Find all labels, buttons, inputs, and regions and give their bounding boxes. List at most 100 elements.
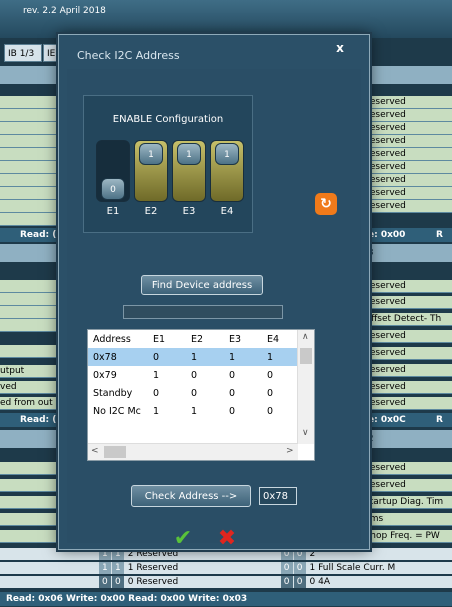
table-cell: 1 <box>153 369 160 381</box>
column-header-e3: E3 <box>229 333 242 345</box>
column-header-address: Address <box>93 333 131 345</box>
register-row-label: Reserved <box>356 187 452 200</box>
switch-knob[interactable]: 1 <box>215 143 239 165</box>
cancel-button[interactable]: ✖ <box>215 527 239 551</box>
bit-cell[interactable]: 0 <box>293 562 306 574</box>
register-row-label: Reserved <box>356 462 452 475</box>
table-cell: 1 <box>153 405 160 417</box>
bit-cell[interactable]: 0 <box>280 576 293 588</box>
register-row-label: Reserved <box>356 148 452 161</box>
table-cell: 0 <box>229 369 236 381</box>
column-header-e1: E1 <box>153 333 166 345</box>
bit-cell[interactable]: 1 <box>98 562 111 574</box>
table-row[interactable]: 0x78 0 1 1 1 <box>88 348 307 366</box>
table-cell: Standby <box>93 387 133 399</box>
dialog-body: ENABLE Configuration 0 E1 1 E2 1 E3 1 E4 <box>67 69 361 551</box>
footer-read-write-status: Read: 0x06 Write: 0x00 Read: 0x00 Write:… <box>0 592 452 606</box>
section-number: 3 <box>356 244 452 262</box>
bit-label: 1 Reserved <box>127 563 179 573</box>
scroll-right-icon[interactable]: > <box>286 446 294 456</box>
switch-e3[interactable]: 1 E3 <box>172 140 206 217</box>
dialog-title: Check I2C Address <box>77 49 180 62</box>
table-cell: 0 <box>153 387 160 399</box>
table-cell: 0 <box>229 387 236 399</box>
table-row[interactable]: Standby 0 0 0 0 <box>88 384 307 402</box>
horizontal-scroll-thumb[interactable] <box>104 446 126 458</box>
register-row-label: Reserved <box>356 174 452 187</box>
tab-ib-1-3[interactable]: IB 1/3 <box>4 44 42 62</box>
red-x-icon: ✖ <box>217 526 237 551</box>
enable-configuration-panel: ENABLE Configuration 0 E1 1 E2 1 E3 1 E4 <box>83 95 253 233</box>
table-cell: No I2C Mc <box>93 405 141 417</box>
register-row-label: Reserved <box>356 109 452 122</box>
tab-ie[interactable]: IE <box>43 44 59 62</box>
column-header-e2: E2 <box>191 333 204 345</box>
scroll-left-icon[interactable]: < <box>91 446 99 456</box>
horizontal-scrollbar[interactable]: < > <box>88 443 298 460</box>
address-table: Address E1 E2 E3 E4 0x78 0 1 1 1 0x79 1 … <box>87 329 315 461</box>
table-cell: 0 <box>148 348 186 366</box>
switch-e1[interactable]: 0 E1 <box>96 140 130 217</box>
switch-e2[interactable]: 1 E2 <box>134 140 168 217</box>
switch-knob[interactable]: 1 <box>177 143 201 165</box>
find-device-address-button[interactable]: Find Device address <box>141 275 263 295</box>
register-row-label: Reserved <box>356 296 452 309</box>
revision-label: rev. 2.2 April 2018 <box>23 6 106 16</box>
bit-cell[interactable]: 0 <box>293 576 306 588</box>
check-address-button[interactable]: Check Address --> <box>131 485 251 507</box>
table-cell: 0 <box>191 369 198 381</box>
table-cell: 0 <box>191 387 198 399</box>
register-row-label: Chop Freq. = PW <box>356 530 452 543</box>
bit-label: 0 Reserved <box>127 577 179 587</box>
register-row-label: Startup Diag. Tim <box>356 496 452 509</box>
read-status-far: R <box>426 413 452 427</box>
bit-cell[interactable]: 0 <box>111 576 124 588</box>
checkmark-icon: ✔ <box>173 526 193 551</box>
close-button[interactable]: x <box>331 40 349 56</box>
bit-cell[interactable]: 1 <box>111 562 124 574</box>
table-row[interactable]: 0x79 1 0 0 0 <box>88 366 307 384</box>
scroll-up-icon[interactable]: ∧ <box>302 332 309 342</box>
register-row-label: Reserved <box>356 96 452 109</box>
register-row-label: Reserved <box>356 381 452 394</box>
bit-row: 11 1 Reserved 00 1 Full Scale Curr. M <box>0 562 452 574</box>
table-row[interactable]: No I2C Mc 1 1 0 0 <box>88 402 307 420</box>
register-row-label: Reserved <box>356 330 452 343</box>
read-status-far: R <box>426 228 452 242</box>
switch-knob[interactable]: 0 <box>101 178 125 200</box>
device-address-result-field <box>123 305 283 319</box>
refresh-button[interactable]: ↻ <box>315 193 337 215</box>
register-header-right <box>356 66 452 84</box>
enable-configuration-label: ENABLE Configuration <box>112 114 224 125</box>
app-header: rev. 2.2 April 2018 <box>0 0 452 38</box>
bit-label: 2 <box>309 549 316 559</box>
vertical-scrollbar[interactable]: ∧ ∨ <box>297 330 314 444</box>
check-address-result: 0x78 <box>259 487 297 505</box>
table-cell: 1 <box>224 348 262 366</box>
vertical-scroll-thumb[interactable] <box>300 348 312 364</box>
section-number: 2 <box>356 430 452 448</box>
refresh-icon: ↻ <box>320 196 332 212</box>
register-row-label: Reserved <box>356 347 452 360</box>
table-cell: 1 <box>186 348 224 366</box>
switch-e4[interactable]: 1 E4 <box>210 140 244 217</box>
scroll-down-icon[interactable]: ∨ <box>302 428 309 438</box>
register-row-label: Reserved <box>356 280 452 293</box>
register-row-label: Reserved <box>356 479 452 492</box>
bit-cell[interactable]: 0 <box>98 576 111 588</box>
bit-row: 00 0 Reserved 00 0 4A <box>0 576 452 588</box>
table-cell: 0x78 <box>88 348 148 366</box>
register-row-label: Offset Detect- Th <box>356 313 452 326</box>
table-cell: 0x79 <box>93 369 117 381</box>
bit-cell[interactable]: 0 <box>280 562 293 574</box>
switch-label: E4 <box>220 206 234 217</box>
switch-label: E1 <box>106 206 120 217</box>
bit-label: 0 4A <box>309 577 330 587</box>
register-row-label: Reserved <box>356 135 452 148</box>
switch-label: E2 <box>144 206 158 217</box>
bit-label: 1 Full Scale Curr. M <box>309 563 396 573</box>
register-row-label: 0ms <box>356 513 452 526</box>
ok-button[interactable]: ✔ <box>171 527 195 551</box>
switch-label: E3 <box>182 206 196 217</box>
switch-knob[interactable]: 1 <box>139 143 163 165</box>
